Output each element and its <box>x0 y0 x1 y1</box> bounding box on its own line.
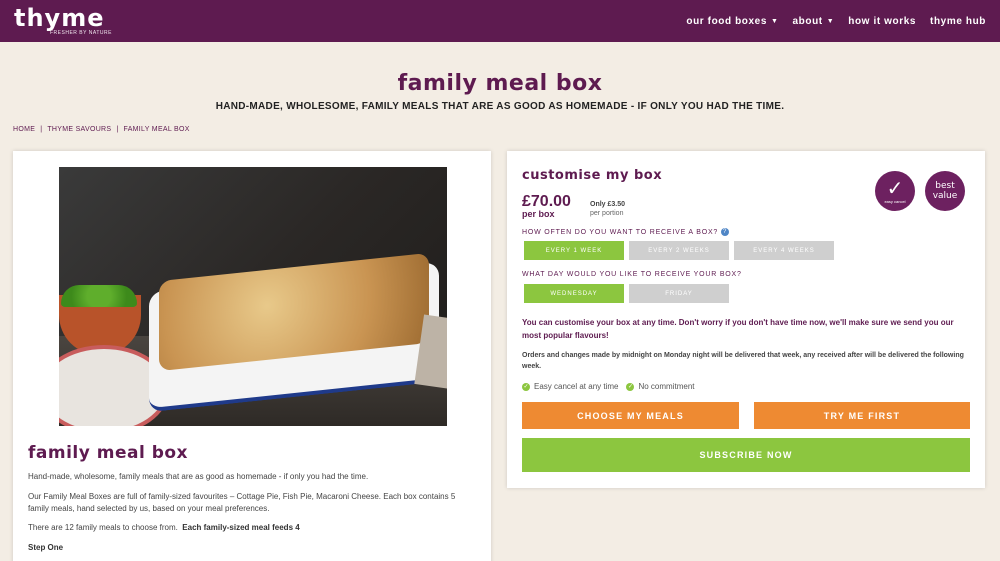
chevron-down-icon: ▼ <box>770 17 779 25</box>
meal-count-text: There are 12 family meals to choose from… <box>28 523 178 532</box>
customise-title: customise my box <box>522 168 663 183</box>
nav-label: thyme hub <box>930 15 986 27</box>
frequency-option-1-week[interactable]: EVERY 1 WEEK <box>524 241 624 260</box>
easy-cancel-badge: ✓ easy cancel <box>875 171 915 211</box>
nav-how-it-works[interactable]: how it works <box>848 16 916 27</box>
logo-tagline: FRESHER BY NATURE <box>50 30 112 36</box>
step-label: Step One <box>28 543 64 552</box>
nav-our-food-boxes[interactable]: our food boxes ▼ <box>686 16 778 27</box>
portion-price: Only £3.50 <box>590 201 626 208</box>
logo-wordmark: thyme <box>14 4 105 32</box>
nav-label: our food boxes <box>686 15 767 27</box>
breadcrumb-separator: | <box>40 126 43 133</box>
best-value-badge: best value <box>925 171 965 211</box>
badge-cancel-text: easy cancel <box>884 198 906 204</box>
check-circle-icon: ✓ <box>626 382 635 391</box>
try-me-first-button[interactable]: TRY ME FIRST <box>754 402 970 429</box>
nav-label: how it works <box>848 15 917 27</box>
meal-feeds-text: Each family-sized meal feeds 4 <box>182 523 300 532</box>
badge-value-line1: best <box>935 181 955 191</box>
photo-peas <box>61 285 137 307</box>
delivery-cutoff-note: Orders and changes made by midnight on M… <box>522 352 964 370</box>
per-portion-label: per portion <box>590 210 624 217</box>
check-circle-icon: ✓ <box>522 382 530 391</box>
day-option-wednesday[interactable]: WEDNESDAY <box>524 284 624 303</box>
nav-label: about <box>792 15 823 27</box>
checkmark-icon: ✓ <box>886 177 904 200</box>
frequency-option-4-weeks[interactable]: EVERY 4 WEEKS <box>734 241 834 260</box>
thyme-logo[interactable]: thyme FRESHER BY NATURE <box>14 6 112 36</box>
frequency-question: HOW OFTEN DO YOU WANT TO RECEIVE A BOX? … <box>522 228 730 236</box>
breadcrumb-thyme-savours[interactable]: THYME SAVOURS <box>47 126 111 133</box>
frequency-question-text: HOW OFTEN DO YOU WANT TO RECEIVE A BOX? <box>522 228 719 236</box>
product-description: Our Family Meal Boxes are full of family… <box>28 492 456 513</box>
nav-thyme-hub[interactable]: thyme hub <box>930 16 986 27</box>
per-box-label: per box <box>522 209 555 219</box>
breadcrumb-home[interactable]: HOME <box>13 126 35 133</box>
breadcrumb-separator: | <box>116 126 119 133</box>
benefit-easy-cancel: Easy cancel at any time <box>534 382 619 391</box>
product-details-card: family meal box Hand-made, wholesome, fa… <box>13 151 491 561</box>
choose-my-meals-button[interactable]: CHOOSE MY MEALS <box>522 402 739 429</box>
customise-note: You can customise your box at any time. … <box>522 318 954 340</box>
main-nav: our food boxes ▼ about ▼ how it works th… <box>672 16 986 27</box>
frequency-option-2-weeks[interactable]: EVERY 2 WEEKS <box>629 241 729 260</box>
benefit-no-commitment: No commitment <box>638 382 695 391</box>
chevron-down-icon: ▼ <box>826 17 835 25</box>
family-meal-photo <box>59 167 447 426</box>
help-icon[interactable]: ? <box>721 228 730 236</box>
badge-value-line2: value <box>932 191 958 201</box>
page-subtitle: HAND-MADE, WHOLESOME, FAMILY MEALS THAT … <box>215 101 785 112</box>
day-option-friday[interactable]: FRIDAY <box>629 284 729 303</box>
breadcrumb-current: FAMILY MEAL BOX <box>123 126 190 133</box>
benefits-list: ✓ Easy cancel at any time ✓ No commitmen… <box>522 382 695 391</box>
day-question: WHAT DAY WOULD YOU LIKE TO RECEIVE YOUR … <box>522 271 742 278</box>
breadcrumb: HOME | THYME SAVOURS | FAMILY MEAL BOX <box>13 126 190 133</box>
nav-about[interactable]: about ▼ <box>793 16 835 27</box>
subscribe-now-button[interactable]: SUBSCRIBE NOW <box>522 438 970 472</box>
product-intro: Hand-made, wholesome, family meals that … <box>28 472 369 481</box>
customise-box-card: customise my box £70.00 per box Only £3.… <box>507 151 985 488</box>
product-heading: family meal box <box>28 443 189 463</box>
meal-count: There are 12 family meals to choose from… <box>28 522 478 534</box>
page-title: family meal box <box>397 71 603 96</box>
top-navigation-bar: thyme FRESHER BY NATURE our food boxes ▼… <box>0 0 1000 42</box>
